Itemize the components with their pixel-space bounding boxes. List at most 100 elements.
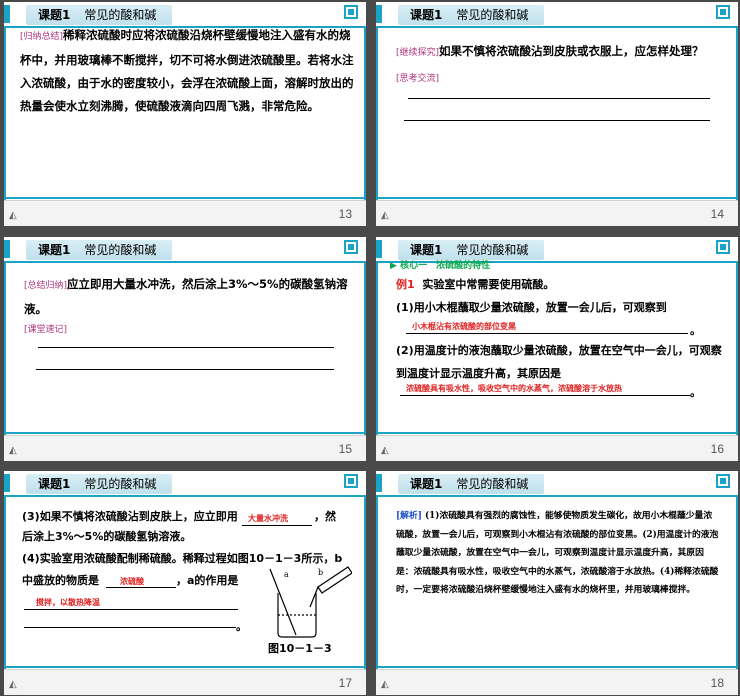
tag-label: [总结归纳] <box>24 281 68 291</box>
corner-square-icon <box>344 240 358 254</box>
core-heading-text: 核心一 浓硫酸的特性 <box>400 261 491 271</box>
analysis-text: [解析] (1)浓硫酸具有强烈的腐蚀性，能够使物质发生碳化，故用小木棍蘸少量浓硫… <box>396 507 720 600</box>
slide-body: ▶ 核心一 浓硫酸的特性 例1 实验室中常需要使用硫酸。 (1)用小木棍蘸取少量… <box>376 261 738 435</box>
question-1: (1)用小木棍蘸取少量浓硫酸，放置一会儿后，可观察到 <box>396 301 667 314</box>
question-2: (2)用温度计的液泡蘸取少量浓硫酸，放置在空气中一会儿，可观察到温度计显示温度升… <box>396 344 722 380</box>
corner-square-icon <box>716 240 730 254</box>
corner-square-icon <box>344 474 358 488</box>
header-accent-bar <box>376 474 382 492</box>
page-number: 17 <box>338 676 352 690</box>
tag-label: [继续探究] <box>396 48 440 58</box>
triangle-nav-icon[interactable]: ◭ <box>381 445 389 456</box>
triangle-nav-icon[interactable]: ◭ <box>9 210 17 221</box>
lesson-name: 常见的酸和碱 <box>84 477 157 491</box>
analysis-content: (1)浓硫酸具有强烈的腐蚀性，能够使物质发生碳化，故用小木棍蘸少量浓硫酸，放置一… <box>396 511 719 595</box>
pour-stream <box>309 586 319 608</box>
answer-line <box>408 98 710 99</box>
analysis-tag: [解析] <box>396 511 422 521</box>
slide-18[interactable]: 课题1 常见的酸和碱 [解析] (1)浓硫酸具有强烈的腐蚀性，能够使物质发生碳化，… <box>376 471 738 695</box>
notes-line <box>38 347 334 348</box>
period-2: 。 <box>690 386 701 399</box>
lesson-title: 课题1 常见的酸和碱 <box>26 5 173 25</box>
page-number: 16 <box>710 442 724 456</box>
page-number: 14 <box>710 207 724 221</box>
slide-header: 课题1 常见的酸和碱 <box>4 471 366 495</box>
slide-13[interactable]: 课题1 常见的酸和碱 [归纳总结]稀释浓硫酸时应将浓硫酸沿烧杯壁缓慢地注入盛有水的… <box>4 2 366 226</box>
figure-caption: 图10－1－3 <box>268 642 332 655</box>
slide-footer: ◭ 13 <box>4 200 366 226</box>
lesson-title: 课题1 常见的酸和碱 <box>26 474 173 494</box>
page-number: 18 <box>710 676 724 690</box>
triangle-nav-icon[interactable]: ◭ <box>381 210 389 221</box>
summary-text: [归纳总结]稀释浓硫酸时应将浓硫酸沿烧杯壁缓慢地注入盛有水的烧杯中，并用玻璃棒不… <box>20 24 356 118</box>
answer-2: 浓硫酸具有吸水性，吸收空气中的水蒸气，浓硫酸溶于水放热 <box>406 384 622 393</box>
page-number: 15 <box>338 442 352 456</box>
lesson-title: 课题1 常见的酸和碱 <box>398 474 545 494</box>
answer-1-line <box>406 333 688 334</box>
slide-14[interactable]: 课题1 常见的酸和碱 [继续探究]如果不慎将浓硫酸沾到皮肤或衣服上，应怎样处理？ … <box>376 2 738 226</box>
discussion-tag: [思考交流] <box>396 66 439 91</box>
period-4: 。 <box>236 620 247 633</box>
slide-body: [继续探究]如果不慎将浓硫酸沾到皮肤或衣服上，应怎样处理？ [思考交流] <box>376 28 738 200</box>
header-accent-bar <box>4 474 10 492</box>
slide-header: 课题1 常见的酸和碱 <box>4 237 366 261</box>
slide-17[interactable]: 课题1 常见的酸和碱 (3)如果不慎将浓硫酸沾到皮肤上，应立即用 大量水冲洗 ，然… <box>4 471 366 695</box>
question-4b: 中盛放的物质是 <box>22 574 99 587</box>
lesson-title: 课题1 常见的酸和碱 <box>398 5 545 25</box>
slide-body: [解析] (1)浓硫酸具有强烈的腐蚀性，能够使物质发生碳化，故用小木棍蘸少量浓硫… <box>376 497 738 669</box>
summary-text: [总结归纳]应立即用大量水冲洗，然后涂上3%～5%的碳酸氢钠溶液。 <box>24 273 354 321</box>
answer-4b-line-2 <box>24 627 236 628</box>
lesson-number: 课题1 <box>38 8 71 22</box>
notes-tag: [课堂速记] <box>24 317 67 342</box>
tag-label: [思考交流] <box>396 74 440 84</box>
answer-4a-line <box>106 587 176 588</box>
slide-footer: ◭ 14 <box>376 200 738 226</box>
glass-rod <box>269 568 297 636</box>
answer-4b-line <box>24 609 238 610</box>
triangle-nav-icon[interactable]: ◭ <box>9 445 17 456</box>
lesson-number: 课题1 <box>410 8 443 22</box>
question-3b: 后涂上3%～5%的碳酸氢钠溶液。 <box>22 530 192 543</box>
footer-rule <box>376 432 738 434</box>
triangle-nav-icon[interactable]: ◭ <box>9 679 17 690</box>
fig-label-b: b <box>318 568 323 577</box>
lesson-number: 课题1 <box>38 477 71 491</box>
slide-body: [总结归纳]应立即用大量水冲洗，然后涂上3%～5%的碳酸氢钠溶液。 [课堂速记] <box>4 263 366 435</box>
lesson-name: 常见的酸和碱 <box>84 8 157 22</box>
triangle-nav-icon[interactable]: ◭ <box>381 679 389 690</box>
header-accent-bar <box>376 240 382 258</box>
header-accent-bar <box>4 240 10 258</box>
tag-label: [归纳总结] <box>20 32 64 42</box>
header-accent-bar <box>376 5 382 23</box>
slide-footer: ◭ 15 <box>4 435 366 461</box>
slide-15[interactable]: 课题1 常见的酸和碱 [总结归纳]应立即用大量水冲洗，然后涂上3%～5%的碳酸氢钠… <box>4 237 366 461</box>
slide-body: (3)如果不慎将浓硫酸沾到皮肤上，应立即用 大量水冲洗 ，然 后涂上3%～5%的… <box>4 497 366 669</box>
header-accent-bar <box>4 5 10 23</box>
question-text: [继续探究]如果不慎将浓硫酸沾到皮肤或衣服上，应怎样处理？ <box>396 40 726 65</box>
lesson-name: 常见的酸和碱 <box>456 477 529 491</box>
lesson-name: 常见的酸和碱 <box>456 8 529 22</box>
fig-label-a: a <box>284 570 289 579</box>
lesson-number: 课题1 <box>38 243 71 257</box>
answer-line <box>404 120 710 121</box>
slide-header: 课题1 常见的酸和碱 <box>376 2 738 26</box>
lesson-title: 课题1 常见的酸和碱 <box>26 240 173 260</box>
summary-content: 应立即用大量水冲洗，然后涂上3%～5%的碳酸氢钠溶液。 <box>24 277 348 316</box>
slide-header: 课题1 常见的酸和碱 <box>376 471 738 495</box>
slide-16[interactable]: 课题1 常见的酸和碱 ▶ 核心一 浓硫酸的特性 例1 实验室中常需要使用硫酸。 (… <box>376 237 738 461</box>
lesson-number: 课题1 <box>410 477 443 491</box>
tag-label: [课堂速记] <box>24 325 68 335</box>
dilution-figure: a b <box>269 566 352 638</box>
slide-body: [归纳总结]稀释浓硫酸时应将浓硫酸沿烧杯壁缓慢地注入盛有水的烧杯中，并用玻璃棒不… <box>4 28 366 200</box>
lesson-name: 常见的酸和碱 <box>84 243 157 257</box>
footer-rule <box>376 666 738 668</box>
footer-rule <box>4 432 366 434</box>
slide-footer: ◭ 16 <box>376 435 738 461</box>
answer-4b: 搅拌，以散热降温 <box>36 598 100 607</box>
answer-4a: 浓硫酸 <box>120 577 144 586</box>
corner-square-icon <box>344 5 358 19</box>
example-question: 例1 实验室中常需要使用硫酸。 (1)用小木棍蘸取少量浓硫酸，放置一会儿后，可观… <box>396 273 726 319</box>
footer-rule <box>4 197 366 199</box>
example-intro: 实验室中常需要使用硫酸。 <box>422 278 555 291</box>
footer-rule <box>4 666 366 668</box>
